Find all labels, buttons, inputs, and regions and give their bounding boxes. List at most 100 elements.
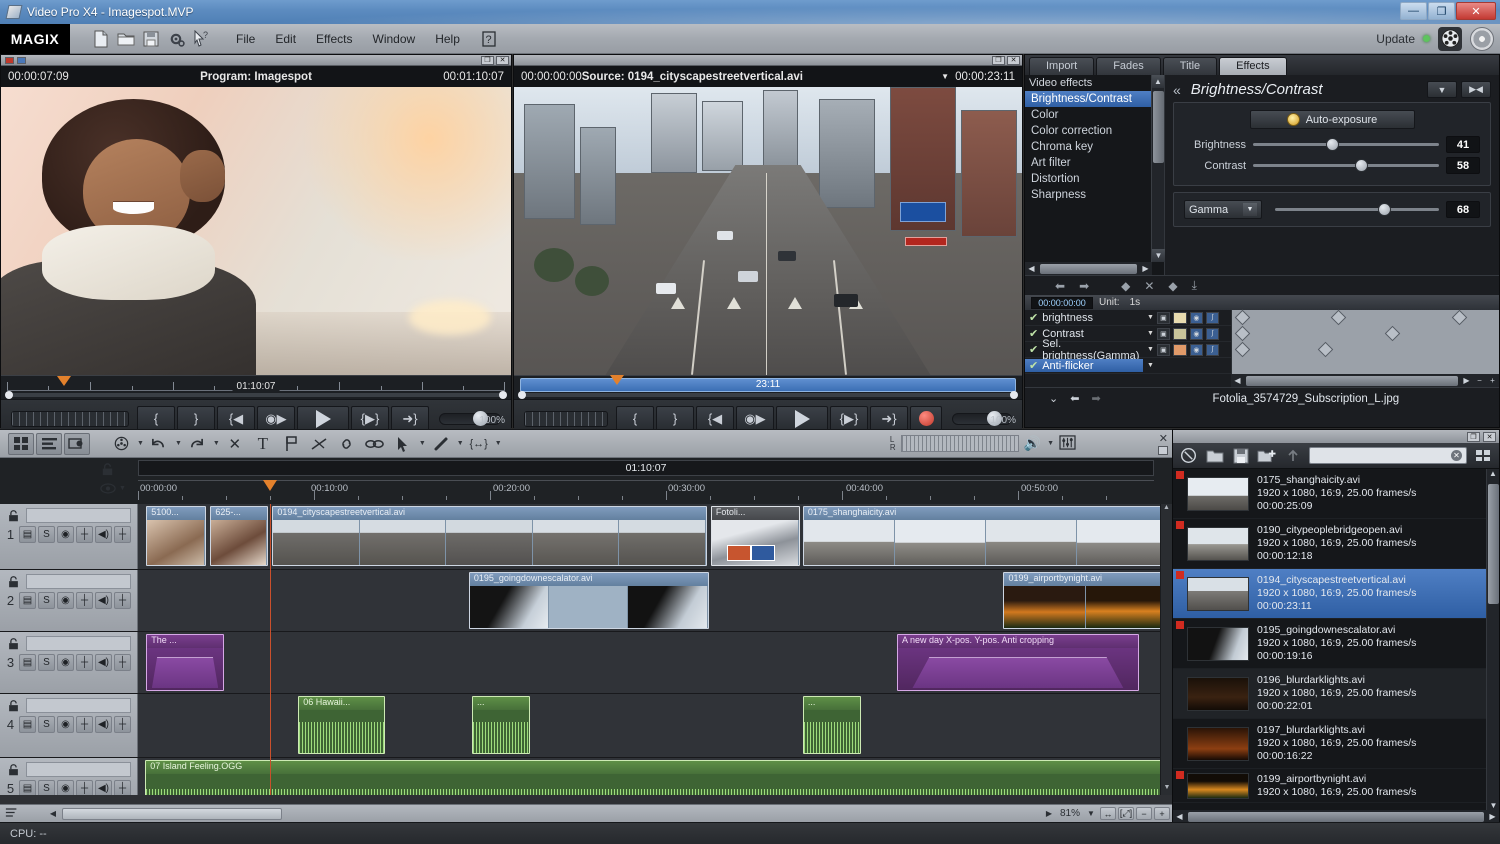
track-3-name-field[interactable] [26,636,131,651]
timeline-vertical-scrollbar[interactable]: ▲ ▼ [1160,504,1172,795]
scroll-right-icon[interactable]: ▶ [1486,812,1499,821]
program-scrub-bar[interactable]: 01:10:07 [1,375,511,399]
timeline-clip[interactable]: Fotoli... [711,506,800,566]
track-5-lane[interactable]: 07 Island Feeling.OGG [138,758,1172,795]
checkbox-checked-icon[interactable]: ✔ [1029,311,1038,324]
chevron-down-icon[interactable]: ▼ [213,440,220,447]
menu-file[interactable]: File [236,32,255,46]
menu-help[interactable]: Help [435,32,460,46]
chevron-down-icon[interactable]: ▼ [1147,346,1154,353]
media-list-item[interactable]: 0196_blurdarklights.avi 1920 x 1080, 16:… [1173,669,1499,719]
timeline-ruler[interactable]: ▼ 01:10:07 00:00:00 00:10:00 00:20:00 00… [0,458,1172,504]
lock-icon[interactable] [6,637,20,650]
source-next-button[interactable]: {▶} [830,406,868,432]
track-record-icon[interactable]: ▤ [19,654,36,671]
keyframe-marker[interactable] [1235,341,1251,357]
program-play-button[interactable] [297,406,349,432]
marker-icon[interactable] [278,433,304,455]
track-solo-icon[interactable]: S [38,780,55,795]
add-keyframe-icon[interactable]: ◆ [1121,279,1130,293]
timeline-clip[interactable]: 06 Hawaii... [298,696,385,754]
eye-icon[interactable]: ◉ [1190,328,1203,340]
minimize-button[interactable]: — [1400,2,1427,20]
source-video-surface[interactable] [514,87,1022,375]
media-list-item[interactable]: 0194_cityscapestreetvertical.avi 1920 x … [1173,569,1499,619]
track-video-fader-icon[interactable]: ┼ [76,526,93,543]
source-set-out-button[interactable]: } [656,406,694,432]
keyframe-color-swatch[interactable] [1173,312,1187,324]
track-eye-icon[interactable]: ◉ [57,716,74,733]
media-search-input[interactable]: ✕ [1309,447,1467,464]
keyframe-color-swatch[interactable] [1173,328,1187,340]
program-monitor-close-button[interactable]: ✕ [496,56,509,65]
track-mute-icon[interactable]: ◀) [95,654,112,671]
menu-edit[interactable]: Edit [275,32,296,46]
scroll-up-icon[interactable]: ▲ [1152,75,1164,88]
scroll-left-icon[interactable]: ◀ [1231,376,1244,385]
monitor-program-toggle[interactable] [17,57,26,64]
timeline-clip[interactable]: ... [472,696,530,754]
track-1-lane[interactable]: 5100... 625-... 0194_cityscapestreetvert… [138,504,1172,569]
effects-hscroll-thumb[interactable] [1040,264,1137,274]
mixer-icon[interactable] [1059,435,1076,453]
scroll-up-icon[interactable]: ▲ [1161,504,1172,515]
keyframe-marker[interactable] [1318,341,1334,357]
storyboard-view-icon[interactable] [8,433,34,455]
track-eye-icon[interactable]: ◉ [57,780,74,795]
menu-effects[interactable]: Effects [316,32,352,46]
speaker-icon[interactable]: 🔊 [1024,435,1041,452]
keyframe-prev-icon[interactable]: ⬅ [1055,279,1065,293]
track-eye-icon[interactable]: ◉ [57,592,74,609]
timeline-tick-ruler[interactable]: 00:00:00 00:10:00 00:20:00 00:30:00 00:4… [138,480,1154,502]
group-icon[interactable] [362,433,388,455]
chevron-down-icon[interactable]: ▼ [419,440,426,447]
burn-disc-icon[interactable] [1470,27,1494,51]
effect-item-brightness-contrast[interactable]: Brightness/Contrast [1025,91,1164,107]
effects-list-vertical-scrollbar[interactable]: ▲ ▼ [1151,75,1164,262]
scroll-left-icon[interactable]: ◀ [46,809,60,818]
scroll-up-icon[interactable]: ▲ [1487,469,1499,482]
lock-icon[interactable] [6,509,20,522]
keyframe-timecode[interactable]: 00:00:00:00 [1031,297,1093,309]
text-tool-icon[interactable]: T [250,433,276,455]
media-list-item[interactable]: 0190_citypeoplebridgeopen.avi 1920 x 108… [1173,519,1499,569]
expand-chevron-icon[interactable]: ⌄ [1049,392,1058,405]
track-audio-fader-icon[interactable]: ┼ [114,654,131,671]
keyframe-track[interactable] [1231,310,1499,326]
timeline-clip[interactable]: 0194_cityscapestreetvertical.avi [272,506,706,566]
source-scrub-bar[interactable]: 23:11 [514,375,1022,399]
keyframe-track[interactable] [1231,326,1499,342]
zoom-out-icon[interactable]: − [1473,376,1486,385]
media-list-item[interactable]: 0175_shanghaicity.avi 1920 x 1080, 16:9,… [1173,469,1499,519]
back-chevron-icon[interactable]: « [1173,82,1181,98]
track-video-fader-icon[interactable]: ┼ [76,716,93,733]
track-video-fader-icon[interactable]: ┼ [76,592,93,609]
contrast-slider-track[interactable] [1253,164,1439,167]
source-set-in-button[interactable]: { [616,406,654,432]
keyframe-marker[interactable] [1235,325,1251,341]
source-monitor-close-button[interactable]: ✕ [1007,56,1020,65]
track-audio-fader-icon[interactable]: ┼ [114,526,131,543]
timeline-clip[interactable]: 0175_shanghaicity.avi [803,506,1169,566]
timeline-zoom-level[interactable]: 81% [1060,808,1080,819]
track-audio-fader-icon[interactable]: ┼ [114,780,131,795]
tab-import[interactable]: Import [1029,57,1094,75]
track-solo-icon[interactable]: S [38,592,55,609]
track-2-name-field[interactable] [26,574,131,589]
track-mute-icon[interactable]: ◀) [95,716,112,733]
refresh-icon[interactable] [1179,446,1198,465]
source-play-range[interactable] [520,393,1016,397]
source-play-button[interactable] [776,406,828,432]
track-1-name-field[interactable] [26,508,131,523]
keyframe-track[interactable] [1231,342,1499,358]
settings-gear-icon[interactable] [167,30,185,48]
program-loop-button[interactable]: ◉▶ [257,406,295,432]
track-solo-icon[interactable]: S [38,526,55,543]
lock-icon[interactable] [6,575,20,588]
chevron-down-icon[interactable]: ▼ [1243,203,1257,216]
chevron-down-icon[interactable]: ▼ [457,440,464,447]
keyframe-row-brightness[interactable]: ✔ brightness ▼ ▣ ◉ ∫ [1025,310,1499,326]
new-folder-icon[interactable] [1257,446,1276,465]
program-range-in-knob[interactable] [5,391,13,399]
program-next-button[interactable]: {▶} [351,406,389,432]
